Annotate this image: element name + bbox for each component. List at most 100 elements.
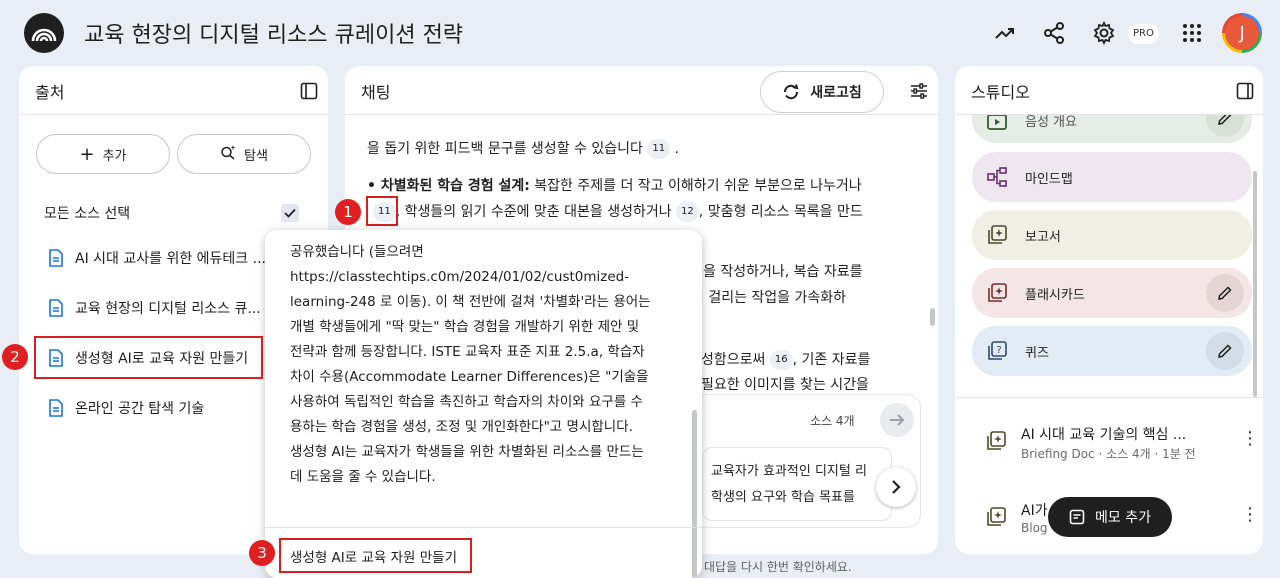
source-item[interactable]: AI 시대 교사를 위한 에듀테크 ... <box>49 248 279 268</box>
report-icon <box>988 225 1007 244</box>
explore-label: 탐색 <box>244 148 268 164</box>
panel-divider <box>345 114 938 115</box>
chat-text-segment: , 기존 자료를 <box>792 352 871 368</box>
note-item[interactable]: AI 시대 교육 기술의 핵심 ... Briefing Doc · 소스 4개… <box>985 422 1259 462</box>
document-icon <box>49 399 63 417</box>
studio-tile-audio-overview[interactable]: 음성 개요 <box>972 115 1252 143</box>
select-all-label: 모든 소스 선택 <box>44 206 131 222</box>
explore-sources-button[interactable]: 탐색 <box>177 134 311 174</box>
add-note-button[interactable]: 메모 추가 <box>1048 497 1172 537</box>
select-all-checkbox[interactable] <box>281 204 299 222</box>
add-source-button[interactable]: + 추가 <box>36 134 170 174</box>
top-bar: 교육 현장의 디지털 리소스 큐레이션 전략 PRO J <box>0 0 1280 66</box>
popup-text-line: 용하는 학습 경험을 생성, 조정 및 개인화한다"고 명시합니다. <box>290 419 633 435</box>
chat-text-segment: 복잡한 주제를 더 작고 이해하기 쉬운 부분으로 나누거나 <box>529 178 862 194</box>
source-item-label: AI 시대 교사를 위한 에듀테크 ... <box>75 251 266 267</box>
chat-response-line: 11, 학생들의 읽기 수준에 맞춘 대본을 생성하거나 12, 맞춤형 리소스… <box>367 202 863 222</box>
add-source-label: 추가 <box>102 148 127 164</box>
studio-panel: 스튜디오 음성 개요 마인드맵 보고서 플래시카드 ? 퀴즈 AI 시대 교육 … <box>955 66 1263 554</box>
bullet-heading: • 차별화된 학습 경험 설계: <box>367 178 530 194</box>
edit-button[interactable] <box>1206 115 1244 137</box>
source-item-label: 온라인 공간 탐색 기술 <box>75 401 205 417</box>
tile-label: 보고서 <box>1025 230 1061 245</box>
arrow-right-icon <box>890 414 905 426</box>
apps-grid-icon[interactable] <box>1178 19 1206 47</box>
next-arrow-button[interactable] <box>880 403 914 437</box>
popup-text-line: 전략과 함께 등장합니다. ISTE 교육자 표준 지표 2.5.a, 학습자 <box>290 344 645 360</box>
studio-tile-quiz[interactable]: ? 퀴즈 <box>972 326 1252 376</box>
analytics-icon[interactable] <box>991 19 1019 47</box>
note-icon <box>1069 509 1085 525</box>
popup-text-line: 개별 학생들에게 "딱 맞는" 학습 경험을 개발하기 위한 제안 및 <box>290 319 640 335</box>
edit-button[interactable] <box>1206 332 1244 370</box>
citation-chip[interactable]: 12 <box>676 202 699 222</box>
annotation-badge: 1 <box>335 199 361 225</box>
note-report-icon <box>987 507 1006 526</box>
popup-scrollbar[interactable] <box>692 410 697 578</box>
studio-scrollbar[interactable] <box>1253 171 1257 397</box>
studio-tile-report[interactable]: 보고서 <box>972 210 1252 260</box>
popup-text-line: 차이 수용(Accommodate Learner Differences)은 … <box>290 369 649 385</box>
note-subtitle: Briefing Doc · 소스 4개 · 1분 전 <box>1021 447 1196 461</box>
studio-tile-mindmap[interactable]: 마인드맵 <box>972 152 1252 202</box>
tile-label: 퀴즈 <box>1025 346 1049 361</box>
chat-panel-title: 채팅 <box>361 83 391 102</box>
chat-text-partial: 을 작성하거나, 복습 자료를 <box>703 264 863 280</box>
tile-label: 음성 개요 <box>1025 115 1077 130</box>
studio-tile-flashcards[interactable]: 플래시카드 <box>972 268 1252 318</box>
refresh-button[interactable]: 새로고침 <box>760 71 884 113</box>
chat-response-line: • 차별화된 학습 경험 설계: 복잡한 주제를 더 작고 이해하기 쉬운 부분… <box>367 176 862 196</box>
source-item[interactable]: 온라인 공간 탐색 기술 <box>49 398 279 418</box>
svg-text:?: ? <box>996 345 1001 356</box>
chat-text-segment: , 학생들의 읽기 수준에 맞춘 대본을 생성하거나 <box>395 204 672 220</box>
notebooklm-logo-icon[interactable] <box>24 13 64 53</box>
chat-text-partial: 성함으로써 16, 기존 자료를 <box>701 350 870 370</box>
edit-button[interactable] <box>1206 274 1244 312</box>
note-subtitle: Blog <box>1021 521 1048 535</box>
popup-text-line: 생성형 AI는 교육자가 학생들을 위한 차별화된 리소스를 만드는 <box>290 444 644 460</box>
citation-chip[interactable]: 16 <box>769 350 793 370</box>
chat-settings-tune-icon[interactable] <box>910 82 928 104</box>
document-icon <box>49 249 63 267</box>
chat-response-line: 을 돕기 위한 피드백 문구를 생성할 수 있습니다 11 . <box>367 139 679 159</box>
collapse-panel-icon[interactable] <box>300 82 318 104</box>
chat-text-partial: 필요한 이미지를 찾는 시간을 <box>701 377 869 393</box>
tile-label: 플래시카드 <box>1025 288 1085 303</box>
carousel-next-button[interactable] <box>876 467 916 507</box>
suggestion-card-line: 교육자가 효과적인 디지털 리 <box>711 464 867 479</box>
studio-panel-title: 스튜디오 <box>971 83 1030 102</box>
add-note-label: 메모 추가 <box>1095 510 1151 526</box>
note-title: AI가 <box>1021 503 1048 519</box>
citation-popup: 공유했습니다 (들으려면 https://classtechtips.c0m/2… <box>265 230 702 578</box>
more-options-icon[interactable]: ⋮ <box>1241 428 1259 449</box>
refresh-icon <box>784 84 799 100</box>
chevron-right-icon <box>892 480 901 494</box>
suggested-source-card: 소스 4개 교육자가 효과적인 디지털 리 학생의 요구와 학습 목표를 <box>693 394 921 528</box>
popup-text-line: learning-248 로 이동). 이 책 전반에 걸쳐 '차별화'라는 용… <box>290 294 651 310</box>
settings-gear-icon[interactable] <box>1090 19 1118 47</box>
note-title: AI 시대 교육 기술의 핵심 ... <box>1021 427 1187 443</box>
panel-divider <box>19 114 328 115</box>
citation-chip[interactable]: 11 <box>647 139 671 159</box>
note-report-icon <box>987 431 1006 450</box>
avatar-letter: J <box>1225 16 1259 50</box>
popup-text-line: https://classtechtips.c0m/2024/01/02/cus… <box>290 269 630 285</box>
more-options-icon[interactable]: ⋮ <box>1241 504 1259 525</box>
share-icon[interactable] <box>1040 19 1068 47</box>
suggestion-card[interactable]: 교육자가 효과적인 디지털 리 학생의 요구와 학습 목표를 <box>702 447 892 521</box>
refresh-label: 새로고침 <box>810 85 862 101</box>
chat-scrollbar[interactable] <box>930 308 935 326</box>
flashcards-icon <box>988 283 1007 302</box>
user-avatar[interactable]: J <box>1222 13 1262 53</box>
sources-panel-title: 출처 <box>35 83 65 102</box>
pro-badge: PRO <box>1128 24 1159 44</box>
audio-overview-icon <box>987 115 1007 130</box>
chat-text-segment: 을 돕기 위한 피드백 문구를 생성할 수 있습니다 <box>367 141 643 157</box>
source-item[interactable]: 교육 현장의 디지털 리소스 큐... <box>49 298 279 318</box>
chat-text-segment: 성함으로써 <box>701 352 766 368</box>
panel-divider <box>955 397 1263 398</box>
collapse-panel-icon[interactable] <box>1236 82 1254 104</box>
notebook-title[interactable]: 교육 현장의 디지털 리소스 큐레이션 전략 <box>84 17 463 49</box>
annotation-highlight-box <box>34 336 263 379</box>
popup-text-line: 사용하여 독립적인 학습을 촉진하고 학습자의 차이와 요구를 수 <box>290 394 643 410</box>
